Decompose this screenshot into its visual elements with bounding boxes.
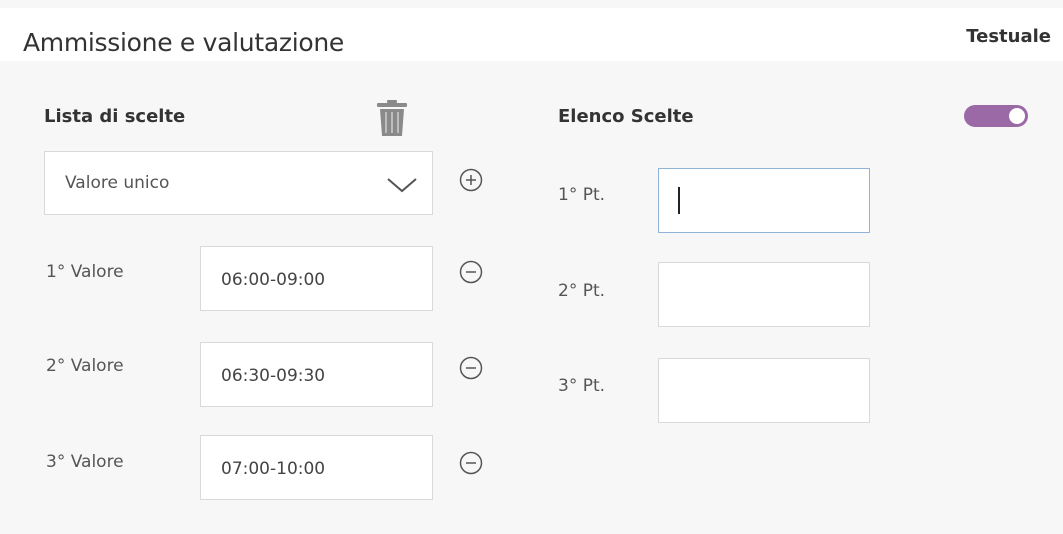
point-row-label: 2° Pt. — [558, 281, 606, 301]
value-input-text: 07:00-10:00 — [221, 459, 326, 479]
text-caret — [678, 187, 680, 214]
page-title: Ammissione e valutazione — [23, 28, 344, 57]
choices-elenco-label: Elenco Scelte — [558, 106, 694, 127]
point-input[interactable] — [658, 358, 870, 423]
minus-circle-icon[interactable] — [459, 260, 483, 284]
point-input[interactable] — [658, 168, 870, 233]
mode-label: Testuale — [966, 26, 1051, 47]
trash-icon[interactable] — [376, 99, 408, 137]
value-row-label: 2° Valore — [46, 356, 124, 376]
toggle-knob — [1009, 108, 1025, 124]
value-row-label: 3° Valore — [46, 452, 124, 472]
value-input[interactable]: 06:00-09:00 — [200, 246, 433, 311]
minus-circle-icon[interactable] — [459, 451, 483, 475]
value-input[interactable]: 06:30-09:30 — [200, 342, 433, 407]
chevron-down-icon — [387, 178, 417, 193]
point-row-label: 3° Pt. — [558, 376, 606, 396]
choice-type-value: Valore unico — [65, 173, 170, 193]
value-input-text: 06:30-09:30 — [221, 366, 326, 386]
textual-mode-toggle[interactable] — [964, 105, 1028, 127]
plus-circle-icon[interactable] — [459, 168, 483, 192]
choices-list-label: Lista di scelte — [44, 106, 186, 127]
choice-type-select[interactable]: Valore unico — [44, 151, 433, 215]
minus-circle-icon[interactable] — [459, 356, 483, 380]
point-input[interactable] — [658, 262, 870, 327]
value-input[interactable]: 07:00-10:00 — [200, 435, 433, 500]
point-row-label: 1° Pt. — [558, 185, 606, 205]
value-row-label: 1° Valore — [46, 262, 124, 282]
value-input-text: 06:00-09:00 — [221, 270, 326, 290]
